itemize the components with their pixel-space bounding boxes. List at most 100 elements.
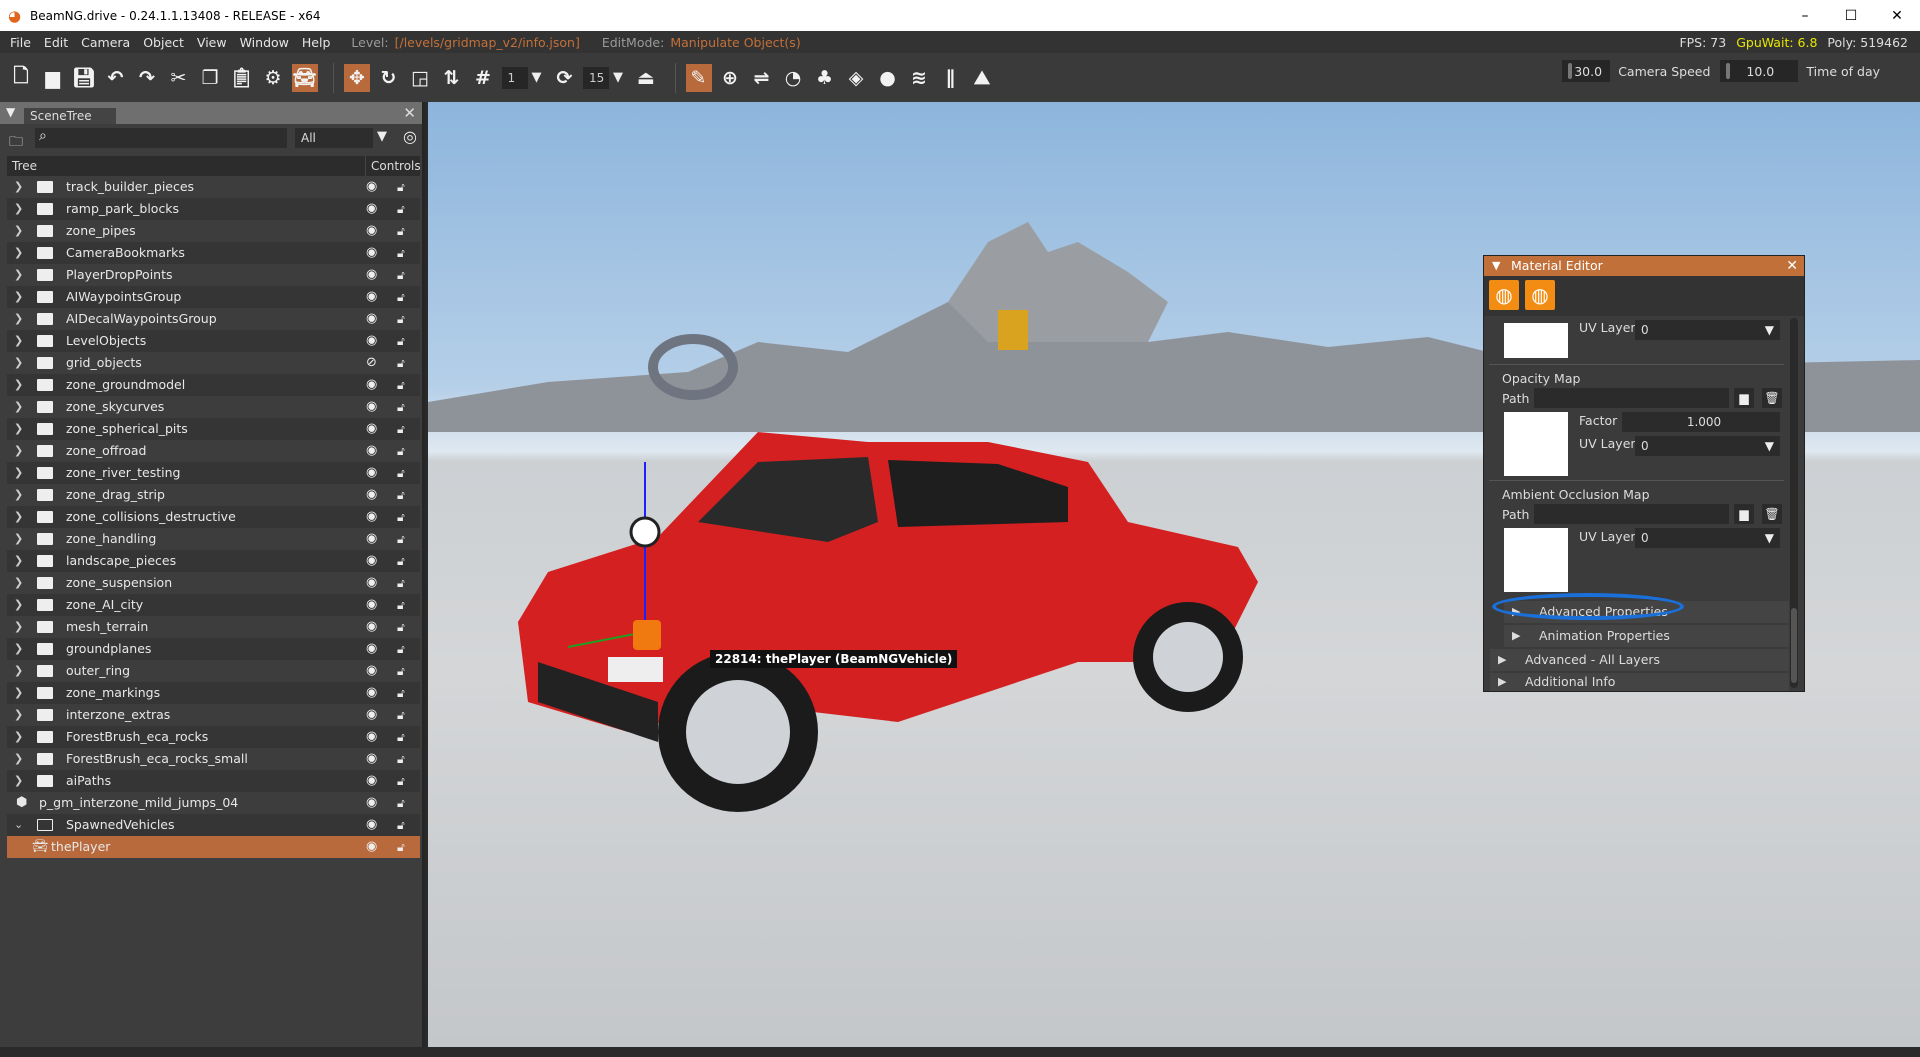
decal-layers-icon[interactable]: ◈ [843, 64, 869, 92]
tree-item[interactable]: 🚘︎ thePlayer ◉ 🔓︎ [7, 836, 420, 858]
eye-icon[interactable]: ◉ [366, 286, 377, 308]
eye-off-icon[interactable]: ⊘ [366, 352, 377, 374]
tree-item[interactable]: ❯ zone_groundmodel ◉ 🔓︎ [7, 374, 420, 396]
eye-icon[interactable]: ◉ [366, 220, 377, 242]
tree-item[interactable]: ❯ zone_collisions_destructive ◉ 🔓︎ [7, 506, 420, 528]
world-local-toggle-icon[interactable]: ⇅ [439, 64, 465, 92]
forest-trees-icon[interactable]: ♣ [812, 64, 838, 92]
chevron-right-icon[interactable]: ❯ [14, 462, 23, 484]
chevron-right-icon[interactable]: ❯ [14, 506, 23, 528]
collapse-icon[interactable]: ▼ [1492, 256, 1500, 276]
eye-icon[interactable]: ◉ [366, 528, 377, 550]
rotate-snap-icon[interactable]: ⟳ [552, 64, 578, 92]
eye-icon[interactable]: ◉ [366, 198, 377, 220]
eye-icon[interactable]: ◉ [366, 638, 377, 660]
tree-item[interactable]: ❯ zone_river_testing ◉ 🔓︎ [7, 462, 420, 484]
river-icon[interactable]: ≋ [906, 64, 932, 92]
lock-open-icon[interactable]: 🔓︎ [397, 748, 405, 770]
eye-icon[interactable]: ◉ [366, 572, 377, 594]
chevron-right-icon[interactable]: ❯ [14, 638, 23, 660]
chevron-right-icon[interactable]: ❯ [14, 594, 23, 616]
eye-icon[interactable]: ◉ [366, 242, 377, 264]
eye-icon[interactable]: ◉ [366, 484, 377, 506]
eye-icon[interactable]: ◉ [366, 792, 377, 814]
menu-file[interactable]: File [10, 35, 31, 50]
tree-item[interactable]: ❯ zone_offroad ◉ 🔓︎ [7, 440, 420, 462]
add-object-icon[interactable]: ⊕ [717, 64, 743, 92]
cut-icon[interactable]: ✂ [166, 64, 192, 92]
menu-help[interactable]: Help [302, 35, 331, 50]
lock-open-icon[interactable]: 🔓︎ [397, 176, 405, 198]
rotate-snap-dropdown-icon[interactable]: ▼ [613, 70, 623, 85]
eye-icon[interactable]: ◉ [366, 308, 377, 330]
time-of-day-slider[interactable]: 10.0 [1720, 60, 1799, 82]
add-group-icon[interactable]: 🗀 [9, 131, 23, 155]
eye-icon[interactable]: ◉ [366, 440, 377, 462]
eye-icon[interactable]: ◉ [366, 506, 377, 528]
new-file-icon[interactable]: 🗋 [8, 64, 34, 92]
lock-open-icon[interactable]: 🔓︎ [397, 770, 405, 792]
lock-open-icon[interactable]: 🔓︎ [397, 462, 405, 484]
tree-item[interactable]: ❯ mesh_terrain ◉ 🔓︎ [7, 616, 420, 638]
eye-icon[interactable]: ◉ [366, 616, 377, 638]
chevron-right-icon[interactable]: ❯ [14, 660, 23, 682]
eye-icon[interactable]: ◉ [366, 176, 377, 198]
menu-window[interactable]: Window [240, 35, 289, 50]
menu-object[interactable]: Object [143, 35, 184, 50]
tree-item[interactable]: ❯ interzone_extras ◉ 🔓︎ [7, 704, 420, 726]
close-icon[interactable]: ✕ [403, 104, 416, 122]
opacity-path-input[interactable] [1534, 388, 1729, 408]
scale-gizmo-icon[interactable]: ◲ [407, 64, 433, 92]
opacity-uv-layer-select[interactable]: 0 ▼ [1635, 436, 1780, 456]
tree-item[interactable]: ❯ zone_pipes ◉ 🔓︎ [7, 220, 420, 242]
lock-open-icon[interactable]: 🔓︎ [397, 836, 405, 858]
chevron-right-icon[interactable]: ❯ [14, 616, 23, 638]
camera-speed-slider[interactable]: 30.0 [1562, 60, 1611, 82]
uv-layer-select[interactable]: 0 ▼ [1635, 320, 1780, 340]
terrain-snap-icon[interactable]: ⏏ [633, 64, 659, 92]
eye-icon[interactable]: ◉ [366, 594, 377, 616]
tree-item[interactable]: ❯ CameraBookmarks ◉ 🔓︎ [7, 242, 420, 264]
collapse-icon[interactable]: ▼ [6, 105, 15, 119]
section-advanced-all-layers[interactable]: ▶ Advanced - All Layers [1490, 649, 1789, 671]
chevron-right-icon[interactable]: ❯ [14, 440, 23, 462]
eye-icon[interactable]: ◉ [366, 264, 377, 286]
ao-path-input[interactable] [1534, 504, 1729, 524]
tree-item[interactable]: ❯ ramp_park_blocks ◉ 🔓︎ [7, 198, 420, 220]
lock-open-icon[interactable]: 🔓︎ [397, 198, 405, 220]
clear-trash-icon[interactable]: 🗑︎ [1762, 504, 1782, 524]
terrain-tools-icon[interactable]: ⛰ [969, 64, 995, 92]
tree-item[interactable]: ❯ groundplanes ◉ 🔓︎ [7, 638, 420, 660]
road-spline-icon[interactable]: ⇌ [749, 64, 775, 92]
lock-open-icon[interactable]: 🔓︎ [397, 660, 405, 682]
eye-icon[interactable]: ◉ [366, 704, 377, 726]
eye-icon[interactable]: ◉ [366, 550, 377, 572]
lock-open-icon[interactable]: 🔓︎ [397, 374, 405, 396]
tree-item[interactable]: ❯ grid_objects ⊘ 🔓︎ [7, 352, 420, 374]
tree-item[interactable]: ❯ PlayerDropPoints ◉ 🔓︎ [7, 264, 420, 286]
undo-icon[interactable]: ↶ [103, 64, 129, 92]
lock-open-icon[interactable]: 🔓︎ [397, 264, 405, 286]
rotate-snap-input[interactable]: 15 [583, 66, 609, 89]
minimize-button[interactable]: – [1782, 8, 1828, 24]
lock-open-icon[interactable]: 🔓︎ [397, 704, 405, 726]
lock-open-icon[interactable]: 🔓︎ [397, 330, 405, 352]
eye-icon[interactable]: ◉ [366, 330, 377, 352]
eye-icon[interactable]: ◉ [366, 814, 377, 836]
tree-item[interactable]: ❯ zone_AI_city ◉ 🔓︎ [7, 594, 420, 616]
browse-folder-icon[interactable]: ▆ [1734, 388, 1754, 408]
tree-item[interactable]: ❯ ForestBrush_eca_rocks_small ◉ 🔓︎ [7, 748, 420, 770]
lock-open-icon[interactable]: 🔓︎ [397, 418, 405, 440]
chevron-right-icon[interactable]: ❯ [14, 308, 23, 330]
lock-open-icon[interactable]: 🔓︎ [397, 550, 405, 572]
tree-item[interactable]: ❯ aiPaths ◉ 🔓︎ [7, 770, 420, 792]
lock-open-icon[interactable]: 🔓︎ [397, 792, 405, 814]
ao-uv-layer-select[interactable]: 0 ▼ [1635, 528, 1780, 548]
menu-view[interactable]: View [197, 35, 227, 50]
pencil-edit-icon[interactable]: ✎ [685, 63, 712, 92]
copy-icon[interactable]: ❐ [197, 64, 223, 92]
vehicle-icon[interactable]: 🚘︎ [291, 63, 318, 92]
lock-open-icon[interactable]: 🔓︎ [397, 220, 405, 242]
tree-item[interactable]: ⌄ SpawnedVehicles ◉ 🔓︎ [7, 814, 420, 836]
tree-item[interactable]: ❯ zone_spherical_pits ◉ 🔓︎ [7, 418, 420, 440]
